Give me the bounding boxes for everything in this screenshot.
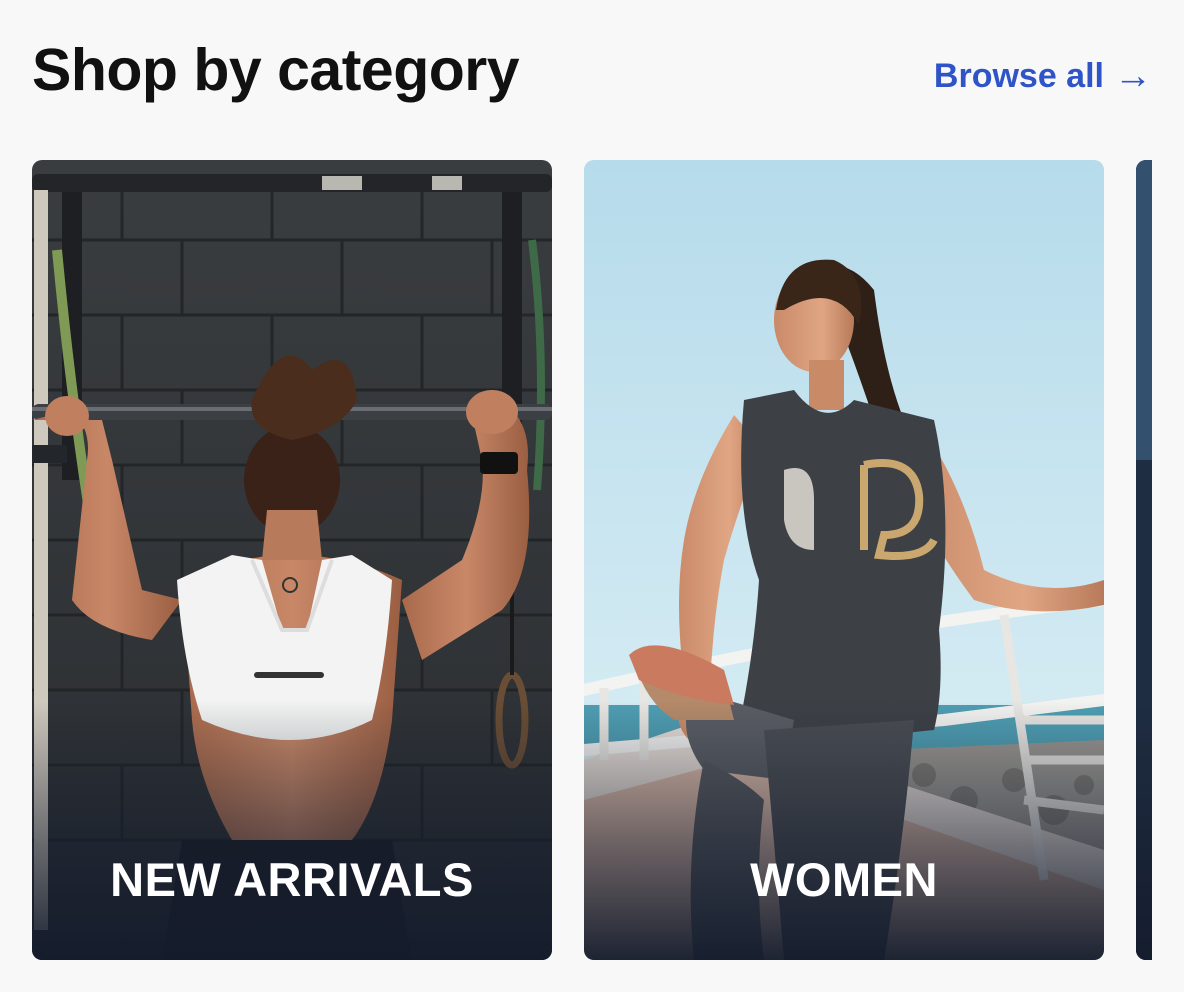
shop-by-category-section: Shop by category Browse all → NEW ARRIVA… (0, 0, 1184, 992)
section-title: Shop by category (32, 37, 520, 103)
arrow-right-icon: → (1114, 55, 1152, 97)
category-carousel[interactable]: NEW ARRIVALS WOMEN (32, 160, 1152, 960)
category-card-next[interactable] (1136, 160, 1152, 960)
section-header: Shop by category Browse all → (32, 30, 1152, 114)
category-label: WOMEN (750, 853, 938, 906)
browse-all-link[interactable]: Browse all → (934, 56, 1152, 96)
category-card-women[interactable]: WOMEN (584, 160, 1104, 960)
browse-all-label: Browse all (933, 57, 1104, 95)
category-card-new-arrivals[interactable]: NEW ARRIVALS (32, 160, 552, 960)
category-label: NEW ARRIVALS (110, 853, 474, 906)
